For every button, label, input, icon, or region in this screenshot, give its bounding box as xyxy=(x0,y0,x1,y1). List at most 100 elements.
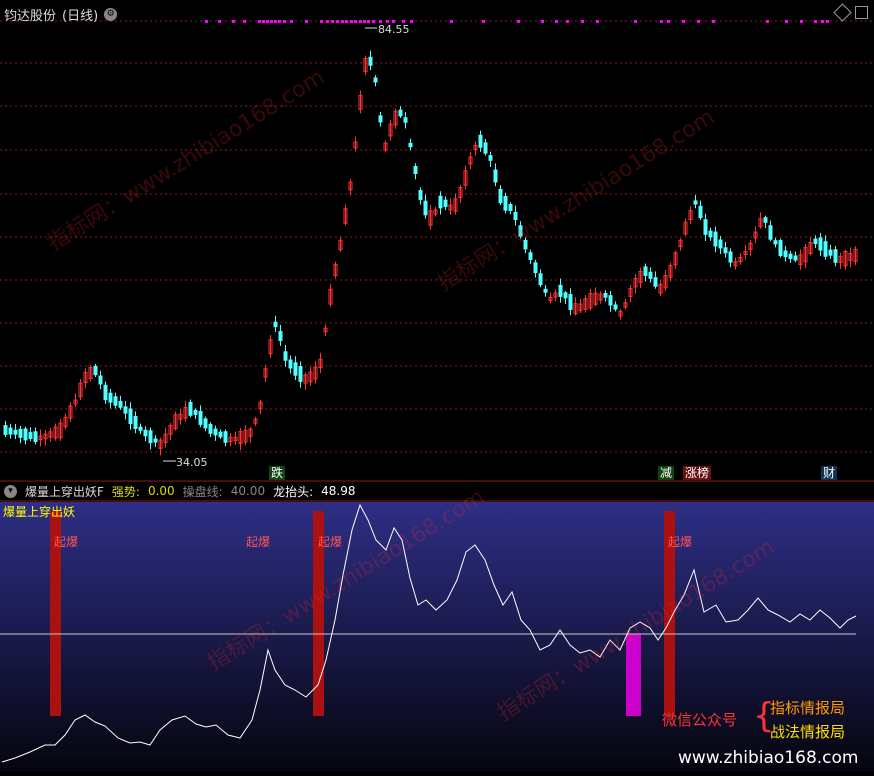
candle-body xyxy=(283,351,288,361)
main-chart-background xyxy=(0,0,874,480)
signal-dot xyxy=(814,20,817,23)
candle-body xyxy=(603,292,608,298)
signal-dot xyxy=(566,20,569,23)
candle-body xyxy=(763,217,768,223)
burst-label: 起爆 xyxy=(318,535,343,549)
candle-body xyxy=(208,423,213,434)
signal-dot xyxy=(482,20,485,23)
signal-dot xyxy=(410,20,413,23)
period-label[interactable]: (日线) xyxy=(62,5,98,24)
candle-body xyxy=(613,304,618,310)
signal-dot xyxy=(232,20,235,23)
wechat-label: 微信公众号 xyxy=(662,711,738,729)
field-label-trading-line: 操盘线: xyxy=(182,484,223,499)
candle-body xyxy=(703,219,708,235)
stock-name: 钧达股份 xyxy=(4,8,57,24)
signal-dot xyxy=(350,20,353,23)
strength-bar xyxy=(626,634,641,716)
candle-body xyxy=(813,238,818,245)
signal-dot xyxy=(218,20,221,23)
candle-body xyxy=(653,277,658,287)
signal-dot xyxy=(450,20,453,23)
candle-body xyxy=(698,205,703,219)
field-label-strength: 强势: xyxy=(111,484,140,499)
indicator-panel-label: 爆量上穿出妖 xyxy=(3,505,76,519)
event-badge-gainer-list[interactable]: 涨榜 xyxy=(683,466,712,480)
candle-body xyxy=(423,200,428,216)
event-badge-fall[interactable]: 跌 xyxy=(269,466,286,480)
candle-body xyxy=(3,425,8,435)
signal-dot xyxy=(359,20,362,23)
candle-body xyxy=(288,359,293,369)
candle-body xyxy=(368,56,373,66)
window-controls xyxy=(833,3,868,22)
field-value-strength: 0.00 xyxy=(147,484,175,498)
candle-body xyxy=(518,225,523,237)
burst-label: 起爆 xyxy=(54,535,79,549)
signal-dot xyxy=(258,20,261,23)
title-bar: 钧达股份 (日线) ⚙ xyxy=(0,0,118,28)
settings-gear-icon[interactable]: ⚙ xyxy=(104,7,118,21)
signal-dot xyxy=(541,20,544,23)
candle-body xyxy=(8,427,13,435)
signal-dot xyxy=(555,20,558,23)
candle-body xyxy=(98,375,103,385)
candle-body xyxy=(143,429,148,437)
event-badge-finance[interactable]: 财 xyxy=(821,466,838,480)
candle-body xyxy=(103,384,108,401)
candle-body xyxy=(523,239,528,250)
event-badge-reduce[interactable]: 减 xyxy=(658,466,675,480)
chart-area[interactable]: 84.55 34.05 xyxy=(0,0,874,772)
candle-body xyxy=(823,241,828,257)
candle-body xyxy=(148,430,153,444)
signal-dot xyxy=(581,20,584,23)
candle-body xyxy=(223,431,228,443)
candle-body xyxy=(198,410,203,425)
candle-body xyxy=(538,273,543,286)
signal-dot xyxy=(278,20,281,23)
candle-body xyxy=(273,321,278,328)
candle-body xyxy=(543,288,548,293)
brand-name-1: 指标情报局 xyxy=(770,699,846,717)
signal-dot xyxy=(326,20,329,23)
candle-body xyxy=(293,362,298,376)
field-label-dragon-head: 龙抬头: xyxy=(273,484,314,499)
candle-body xyxy=(718,239,723,249)
indicator-name[interactable]: 爆量上穿出妖F xyxy=(25,483,104,500)
candle-body xyxy=(443,199,448,207)
candle-body xyxy=(828,249,833,256)
burst-label: 起爆 xyxy=(668,535,693,549)
signal-dot xyxy=(205,20,208,23)
candle-body xyxy=(298,366,303,382)
candle-body xyxy=(108,392,113,403)
candle-body xyxy=(778,240,783,257)
candle-body xyxy=(528,252,533,261)
signal-dot xyxy=(341,20,344,23)
candle-body xyxy=(153,438,158,443)
signal-dot xyxy=(766,20,769,23)
candle-body xyxy=(568,294,573,310)
candle-body xyxy=(708,230,713,238)
candle-body xyxy=(203,418,208,429)
candle-body xyxy=(508,204,513,211)
indicator-menu-icon[interactable]: ▾ xyxy=(4,484,17,498)
candle-body xyxy=(693,200,698,205)
signal-dot xyxy=(305,20,308,23)
candle-body xyxy=(128,408,133,425)
candle-body xyxy=(793,255,798,261)
candle-body xyxy=(643,266,648,276)
candle-body xyxy=(833,249,838,263)
candle-body xyxy=(773,240,778,245)
candle-body xyxy=(408,142,413,148)
candle-body xyxy=(533,262,538,274)
candle-body xyxy=(118,400,123,408)
signal-dot xyxy=(634,20,637,23)
square-icon[interactable] xyxy=(855,6,868,19)
signal-dot xyxy=(372,20,375,23)
candle-body xyxy=(398,109,403,117)
diamond-icon[interactable] xyxy=(833,3,852,22)
candle-body xyxy=(373,77,378,83)
candle-body xyxy=(193,409,198,415)
candle-body xyxy=(563,292,568,299)
field-value-trading-line: 40.00 xyxy=(230,484,266,498)
